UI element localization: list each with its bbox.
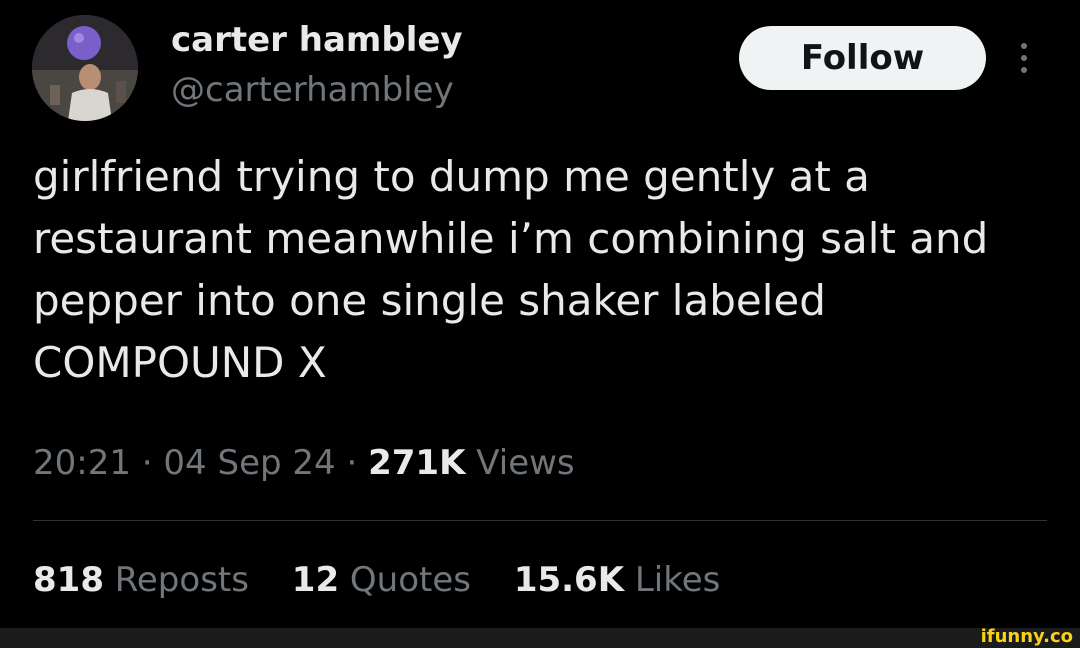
ifunny-watermark: ifunny.co — [980, 626, 1073, 647]
tweet-text: girlfriend trying to dump me gently at a… — [33, 152, 989, 387]
reposts-count: 818 — [33, 560, 104, 600]
likes-label: Likes — [634, 560, 721, 600]
reposts-stat[interactable]: 818 Reposts — [33, 557, 249, 603]
author-handle[interactable]: @carterhambley — [171, 70, 454, 110]
views-count: 271K — [368, 443, 466, 483]
more-vertical-icon[interactable] — [1014, 38, 1034, 78]
watermark-bar — [0, 628, 1080, 648]
follow-button[interactable]: Follow — [739, 26, 986, 90]
author-display-name[interactable]: carter hambley — [171, 20, 463, 60]
profile-photo — [32, 15, 138, 121]
divider — [33, 520, 1047, 521]
meta-separator: · — [346, 443, 358, 483]
likes-count: 15.6K — [513, 560, 625, 600]
reposts-label: Reposts — [114, 560, 249, 600]
engagement-stats: 818 Reposts 12 Quotes 15.6K Likes — [33, 557, 752, 603]
likes-stat[interactable]: 15.6K Likes — [514, 557, 721, 603]
avatar[interactable] — [32, 15, 138, 121]
quotes-stat[interactable]: 12 Quotes — [292, 557, 471, 603]
meta-separator: · — [141, 443, 153, 483]
quotes-label: Quotes — [349, 560, 471, 600]
tweet-meta: 20:21 · 04 Sep 24 · 271K Views — [33, 440, 575, 486]
views-label: Views — [476, 443, 575, 483]
quotes-count: 12 — [291, 560, 340, 600]
tweet-date[interactable]: 04 Sep 24 — [163, 443, 335, 483]
tweet-time[interactable]: 20:21 — [33, 443, 131, 483]
